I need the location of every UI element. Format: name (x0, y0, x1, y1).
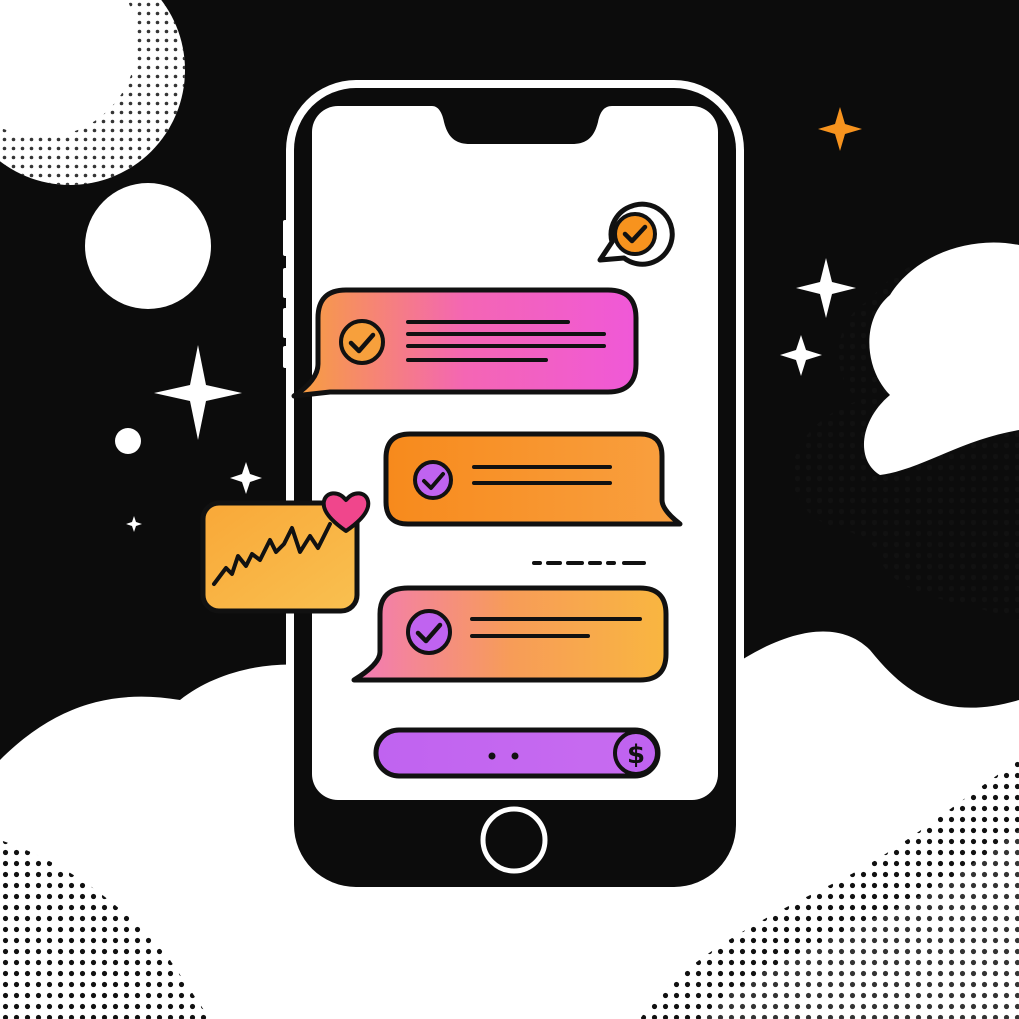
check-circle-icon (613, 212, 657, 256)
check-circle-icon (406, 609, 452, 655)
currency-symbol: $ (627, 740, 645, 770)
phone-notch (432, 106, 612, 144)
illustration: $ (0, 0, 1019, 1019)
planet-decoration (85, 183, 211, 309)
message-bubble[interactable] (351, 585, 669, 683)
message-bubble[interactable] (291, 287, 639, 399)
check-circle-icon (413, 460, 453, 500)
small-dot-decoration (115, 428, 141, 454)
illustration-canvas: $ (0, 0, 1019, 1019)
check-circle-icon (339, 319, 385, 365)
home-button[interactable] (480, 806, 548, 874)
message-bubble[interactable] (383, 431, 683, 527)
action-bar[interactable]: $ (373, 727, 661, 779)
